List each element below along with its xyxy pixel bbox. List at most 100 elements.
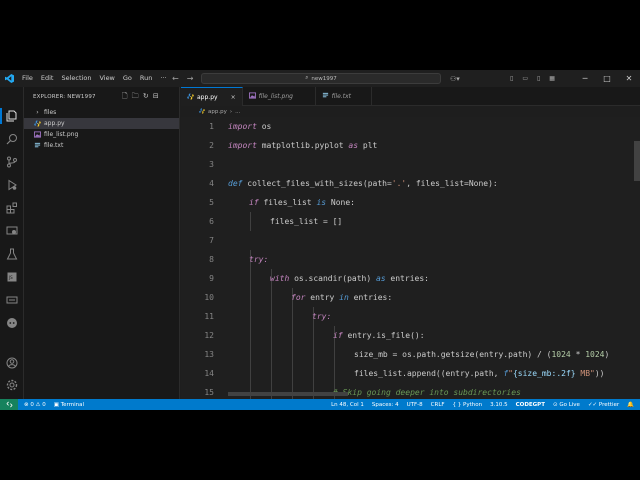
- toggle-sidebar-icon[interactable]: ▯: [510, 75, 513, 82]
- source-control-icon[interactable]: [4, 154, 20, 170]
- svg-text:JS: JS: [8, 275, 13, 280]
- remote-explorer-icon[interactable]: [4, 223, 20, 239]
- explorer-icon[interactable]: [4, 108, 20, 124]
- menu-more[interactable]: ···: [156, 70, 170, 87]
- toggle-panel-icon[interactable]: ▭: [522, 75, 528, 82]
- forward-arrow-icon[interactable]: →: [187, 74, 194, 83]
- breadcrumb: app.py › ...: [181, 106, 240, 117]
- remote-indicator-icon[interactable]: [0, 399, 18, 410]
- editor-tabs: app.py × file_list.png file.txt: [181, 87, 640, 106]
- extensions-icon[interactable]: [4, 200, 20, 216]
- jupyter-icon[interactable]: JS: [4, 269, 20, 285]
- titlebar-tools: ⚇▾: [450, 70, 460, 87]
- search-label: new1997: [311, 75, 337, 82]
- code-line: 15 # Skip going deeper into subdirectori…: [181, 383, 640, 399]
- code-text: size_mb = os.path.getsize(entry.path) / …: [354, 350, 610, 359]
- problems-status[interactable]: ⊗ 0 ⚠ 0: [24, 402, 46, 408]
- line-number: 14: [204, 369, 214, 378]
- menu-selection[interactable]: Selection: [57, 70, 95, 87]
- back-arrow-icon[interactable]: ←: [172, 74, 179, 83]
- vscode-logo-icon: [0, 70, 18, 87]
- bot-icon[interactable]: [4, 315, 20, 331]
- line-number: 11: [204, 312, 214, 321]
- new-file-icon[interactable]: 🗋: [122, 92, 128, 103]
- line-number: 12: [204, 331, 214, 340]
- code-text: def collect_files_with_sizes(path='.', f…: [228, 179, 498, 188]
- terminal-status[interactable]: ▣ Terminal: [54, 402, 84, 408]
- tree-item-files[interactable]: › files: [24, 107, 179, 118]
- code-line: 12 if entry.is_file():: [181, 326, 640, 345]
- breadcrumb-file[interactable]: app.py: [208, 109, 227, 115]
- menu-file[interactable]: File: [18, 70, 37, 87]
- menu-edit[interactable]: Edit: [37, 70, 58, 87]
- tab-app-py[interactable]: app.py ×: [181, 87, 243, 106]
- close-tab-icon[interactable]: ×: [231, 94, 236, 101]
- code-text: try:: [312, 312, 332, 321]
- tree-item-file-list-png[interactable]: file_list.png: [24, 129, 179, 140]
- close-window-icon[interactable]: ✕: [618, 74, 640, 83]
- codegpt-icon[interactable]: [4, 292, 20, 308]
- tab-file-txt[interactable]: file.txt: [316, 87, 372, 106]
- menu-bar: File Edit Selection View Go Run ···: [18, 70, 171, 87]
- activity-bar: JS: [0, 87, 24, 399]
- manage-gear-icon[interactable]: [4, 377, 20, 393]
- code-line: 14 files_list.append((entry.path, f"{siz…: [181, 364, 640, 383]
- run-debug-icon[interactable]: [4, 177, 20, 193]
- explorer-actions: 🗋 🗀 ↻ ⊟: [122, 92, 159, 103]
- collapse-all-icon[interactable]: ⊟: [153, 92, 159, 103]
- tree-item-file-txt[interactable]: file.txt: [24, 140, 179, 151]
- menu-view[interactable]: View: [95, 70, 118, 87]
- code-editor[interactable]: 1 import os 2 import matplotlib.pyplot a…: [181, 117, 640, 399]
- horizontal-scrollbar[interactable]: [228, 392, 348, 396]
- explorer-title: EXPLORER: NEW1997: [33, 94, 96, 100]
- explorer-header: EXPLORER: NEW1997 🗋 🗀 ↻ ⊟: [24, 87, 179, 107]
- account-icon[interactable]: [4, 355, 20, 371]
- line-number: 9: [209, 274, 214, 283]
- customize-layout-icon[interactable]: ▦: [549, 75, 555, 82]
- new-folder-icon[interactable]: 🗀: [132, 92, 139, 103]
- notifications-bell-icon[interactable]: 🔔: [627, 402, 634, 408]
- cursor-position[interactable]: Ln 48, Col 1: [331, 402, 364, 408]
- testing-icon[interactable]: [4, 246, 20, 262]
- tree-item-label: file.txt: [44, 142, 64, 149]
- chevron-right-icon: ›: [36, 109, 39, 116]
- maximize-icon[interactable]: □: [596, 74, 618, 83]
- indentation-status[interactable]: Spaces: 4: [372, 402, 399, 408]
- breadcrumb-more[interactable]: ...: [235, 109, 240, 115]
- code-text: import matplotlib.pyplot as plt: [228, 141, 378, 150]
- code-line: 3: [181, 155, 640, 174]
- go-live-status[interactable]: ⊙ Go Live: [553, 402, 580, 408]
- code-line: 1 import os: [181, 117, 640, 136]
- encoding-status[interactable]: UTF-8: [407, 402, 423, 408]
- code-line: 5 if files_list is None:: [181, 193, 640, 212]
- code-line: 6 files_list = []: [181, 212, 640, 231]
- code-line: 10 for entry in entries:: [181, 288, 640, 307]
- python-version-status[interactable]: 3.10.5: [490, 402, 508, 408]
- eol-status[interactable]: CRLF: [431, 402, 445, 408]
- python-file-icon: [34, 120, 41, 127]
- vertical-scrollbar[interactable]: [634, 117, 640, 399]
- prettier-status[interactable]: ✓✓ Prettier: [588, 402, 619, 408]
- codegpt-status[interactable]: CODEGPT: [516, 402, 545, 408]
- language-status[interactable]: { } Python: [453, 402, 483, 408]
- tab-file-list-png[interactable]: file_list.png: [243, 87, 316, 106]
- tree-item-label: files: [44, 109, 57, 116]
- refresh-icon[interactable]: ↻: [143, 92, 149, 103]
- copilot-icon[interactable]: ⚇▾: [450, 75, 460, 83]
- toggle-secondary-sidebar-icon[interactable]: ▯: [537, 75, 540, 82]
- tab-label: file_list.png: [258, 93, 293, 100]
- code-line: 11 try:: [181, 307, 640, 326]
- line-number: 7: [209, 236, 214, 245]
- command-center-search[interactable]: ⌕ new1997: [201, 73, 441, 84]
- search-view-icon[interactable]: [4, 131, 20, 147]
- minimize-icon[interactable]: ─: [574, 74, 596, 83]
- menu-go[interactable]: Go: [119, 70, 136, 87]
- code-line: 4 def collect_files_with_sizes(path='.',…: [181, 174, 640, 193]
- line-number: 3: [209, 160, 214, 169]
- tree-item-app-py[interactable]: app.py: [24, 118, 179, 129]
- menu-run[interactable]: Run: [136, 70, 156, 87]
- scrollbar-thumb[interactable]: [634, 141, 640, 181]
- line-number: 13: [204, 350, 214, 359]
- text-file-icon: [322, 92, 329, 101]
- code-text: files_list.append((entry.path, f"{size_m…: [354, 369, 605, 378]
